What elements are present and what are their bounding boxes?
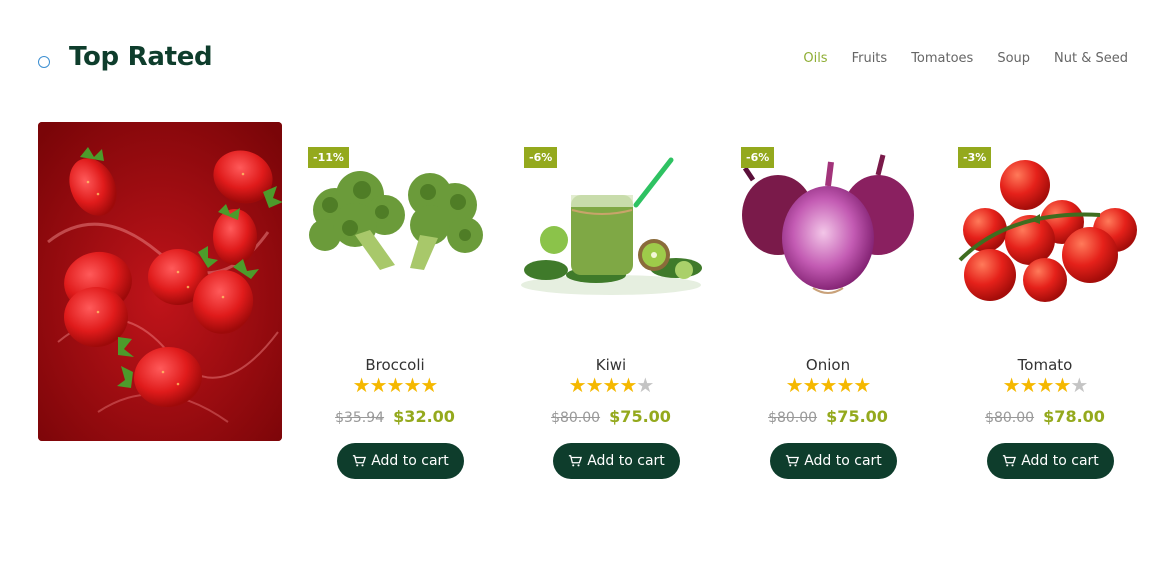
product-name[interactable]: Tomato <box>950 356 1140 374</box>
add-to-cart-button[interactable]: Add to cart <box>553 443 680 479</box>
old-price: $80.00 <box>985 410 1035 426</box>
rating-stars: ★★★★★ <box>733 376 923 396</box>
product-card[interactable]: -6% Kiwi ★★★★★ $80.00 $75.00 Add to cart <box>516 140 706 490</box>
star-icon: ★ <box>836 375 854 397</box>
current-price: $32.00 <box>393 407 455 426</box>
category-tabs: Oils Fruits Tomatoes Soup Nut & Seed <box>803 51 1128 66</box>
discount-badge: -6% <box>741 147 775 168</box>
add-to-cart-label: Add to cart <box>371 453 449 469</box>
header-dot-icon <box>38 56 50 68</box>
star-icon: ★ <box>819 375 838 397</box>
star-icon: ★ <box>785 375 804 397</box>
cart-icon <box>1003 455 1017 467</box>
star-icon: ★ <box>369 375 388 397</box>
add-to-cart-button[interactable]: Add to cart <box>337 443 464 479</box>
cart-icon <box>569 455 583 467</box>
add-to-cart-label: Add to cart <box>1021 453 1099 469</box>
current-price: $75.00 <box>609 407 671 426</box>
star-icon: ★ <box>1036 375 1055 397</box>
rating-stars: ★★★★★ <box>300 376 490 396</box>
add-to-cart-button[interactable]: Add to cart <box>770 443 897 479</box>
star-empty-icon: ★ <box>1070 375 1088 397</box>
tab-oils[interactable]: Oils <box>803 51 827 66</box>
star-icon: ★ <box>352 375 371 397</box>
star-icon: ★ <box>1019 375 1038 397</box>
discount-badge: -3% <box>958 147 992 168</box>
product-card[interactable]: -6% Onion ★★★★★ $80.00 $75.00 Add to car… <box>733 140 923 490</box>
tab-tomatoes[interactable]: Tomatoes <box>911 51 973 66</box>
product-card[interactable]: -11% Broccoli ★★★★★ $35.94 $32.00 Add to… <box>300 140 490 490</box>
star-empty-icon: ★ <box>636 375 654 397</box>
star-icon: ★ <box>853 375 871 397</box>
old-price: $80.00 <box>551 410 601 426</box>
price-group: $35.94 $32.00 <box>300 407 490 426</box>
strawberry-splash-icon <box>38 122 282 441</box>
add-to-cart-label: Add to cart <box>804 453 882 469</box>
section-title: Top Rated <box>69 42 213 72</box>
discount-badge: -11% <box>308 147 349 168</box>
product-name[interactable]: Onion <box>733 356 923 374</box>
tab-nut-seed[interactable]: Nut & Seed <box>1054 51 1128 66</box>
add-to-cart-button[interactable]: Add to cart <box>987 443 1114 479</box>
star-icon: ★ <box>403 375 421 397</box>
tab-fruits[interactable]: Fruits <box>852 51 888 66</box>
old-price: $80.00 <box>768 410 818 426</box>
section-header: Top Rated Oils Fruits Tomatoes Soup Nut … <box>0 0 1173 110</box>
current-price: $75.00 <box>826 407 888 426</box>
star-icon: ★ <box>619 375 637 397</box>
current-price: $78.00 <box>1043 407 1105 426</box>
price-group: $80.00 $78.00 <box>950 407 1140 426</box>
cart-icon <box>786 455 800 467</box>
product-card[interactable]: -3% Tomato ★★★★★ $80.00 $78.00 Add to ca… <box>950 140 1140 490</box>
star-icon: ★ <box>568 375 587 397</box>
discount-badge: -6% <box>524 147 558 168</box>
star-icon: ★ <box>420 375 438 397</box>
product-name[interactable]: Broccoli <box>300 356 490 374</box>
star-icon: ★ <box>1002 375 1021 397</box>
rating-stars: ★★★★★ <box>516 376 706 396</box>
product-name[interactable]: Kiwi <box>516 356 706 374</box>
rating-stars: ★★★★★ <box>950 376 1140 396</box>
add-to-cart-label: Add to cart <box>587 453 665 469</box>
star-icon: ★ <box>802 375 821 397</box>
price-group: $80.00 $75.00 <box>516 407 706 426</box>
star-icon: ★ <box>386 375 405 397</box>
promo-banner[interactable] <box>38 122 282 441</box>
star-icon: ★ <box>585 375 604 397</box>
star-icon: ★ <box>602 375 621 397</box>
star-icon: ★ <box>1053 375 1071 397</box>
old-price: $35.94 <box>335 410 385 426</box>
price-group: $80.00 $75.00 <box>733 407 923 426</box>
tab-soup[interactable]: Soup <box>997 51 1030 66</box>
cart-icon <box>353 455 367 467</box>
